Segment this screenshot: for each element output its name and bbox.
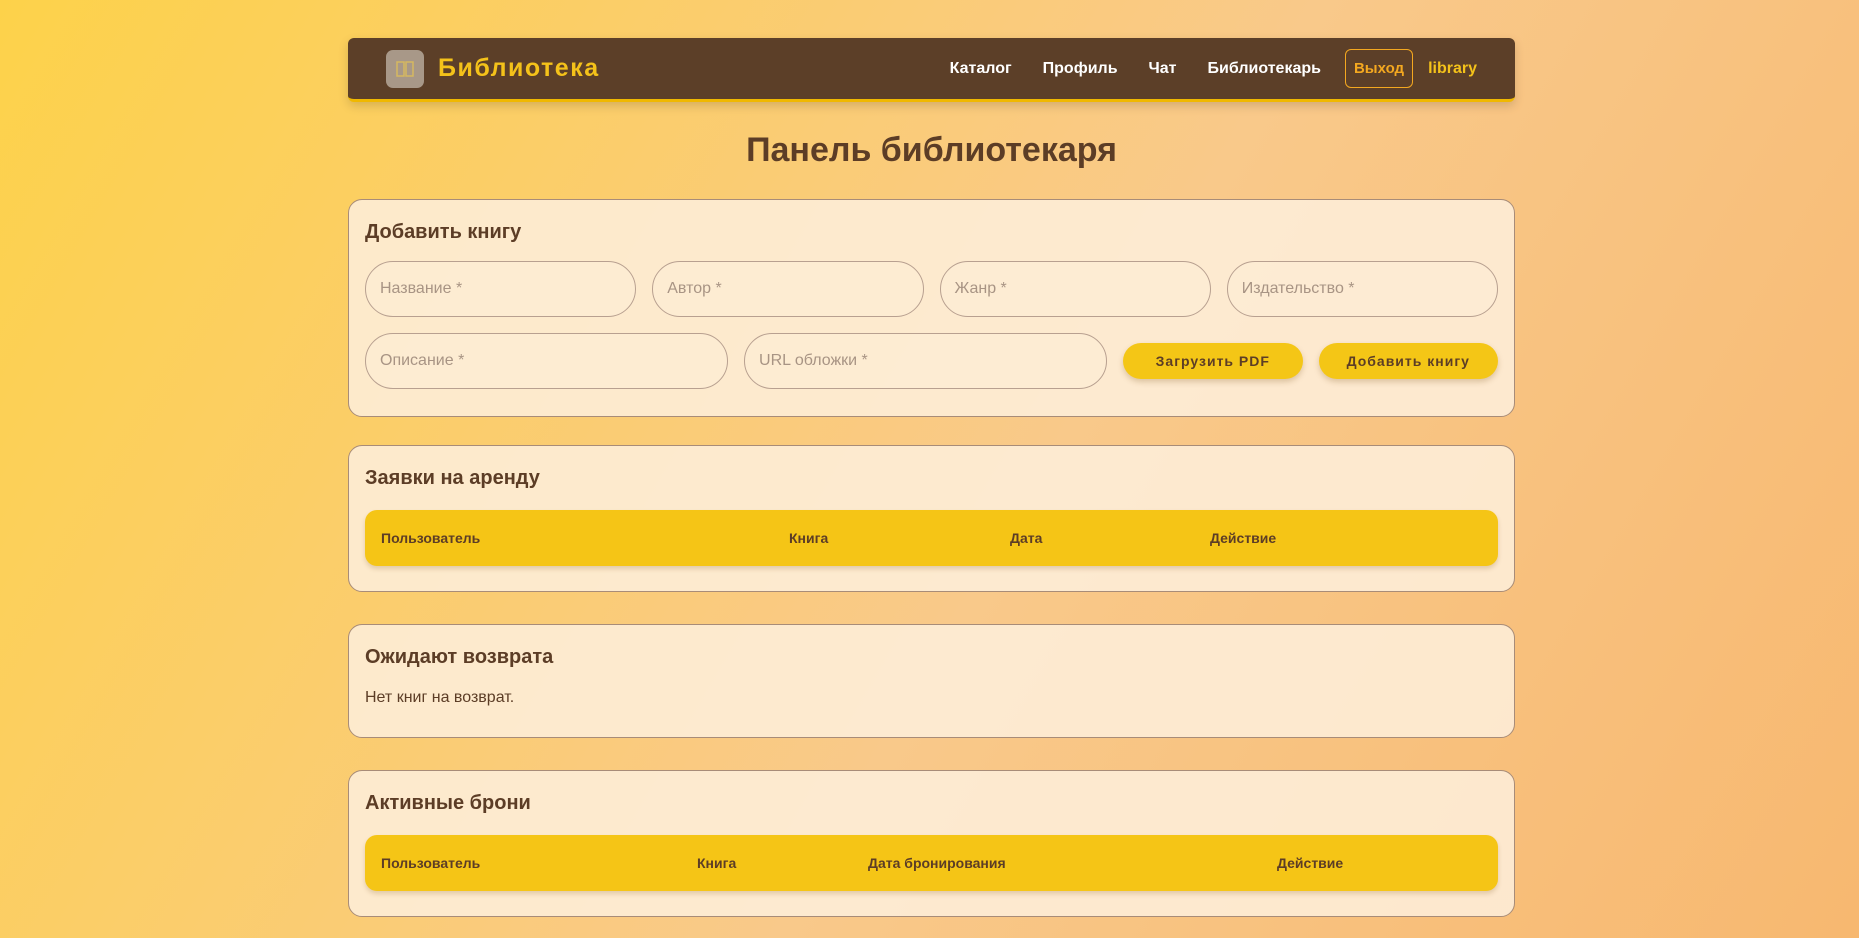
column-header-action: Действие: [1210, 530, 1277, 546]
awaiting-return-card: Ожидают возврата Нет книг на возврат.: [348, 624, 1515, 738]
nav-chat[interactable]: Чат: [1149, 60, 1177, 78]
username-label[interactable]: library: [1428, 60, 1477, 78]
column-header-book: Книга: [697, 855, 737, 871]
nav-profile[interactable]: Профиль: [1043, 60, 1118, 78]
nav-librarian[interactable]: Библиотекарь: [1208, 60, 1321, 78]
awaiting-return-title: Ожидают возврата: [365, 646, 554, 668]
book-icon-glyph: [396, 60, 414, 77]
column-header-action: Действие: [1277, 855, 1344, 871]
column-header-user: Пользователь: [381, 855, 481, 871]
add-book-button[interactable]: Добавить книгу: [1318, 343, 1498, 379]
column-header-date: Дата: [1010, 530, 1043, 546]
empty-message: Нет книг на возврат.: [365, 689, 515, 706]
add-book-title: Добавить книгу: [365, 221, 522, 243]
navbar: Библиотека Каталог Профиль Чат Библиотек…: [348, 38, 1515, 102]
nav-links: Каталог Профиль Чат Библиотекарь Выход l…: [950, 49, 1477, 88]
book-icon[interactable]: [386, 49, 424, 88]
logout-button[interactable]: Выход: [1344, 49, 1414, 88]
rent-requests-table-header: Пользователь Книга Дата Действие: [365, 510, 1498, 566]
description-input[interactable]: Описание *: [365, 333, 729, 389]
add-book-card: Добавить книгу Название * Автор * Жанр *…: [348, 199, 1515, 417]
brand-title[interactable]: Библиотека: [438, 54, 600, 83]
column-header-user: Пользователь: [381, 530, 481, 546]
page-container: Библиотека Каталог Профиль Чат Библиотек…: [348, 38, 1515, 917]
upload-pdf-button[interactable]: Загрузить PDF: [1123, 343, 1303, 379]
add-book-row-1: Название * Автор * Жанр * Издательство *: [365, 261, 1498, 317]
cover-url-input[interactable]: URL обложки *: [744, 333, 1108, 389]
active-reservations-title: Активные брони: [365, 792, 531, 814]
rent-requests-card: Заявки на аренду Пользователь Книга Дата…: [348, 445, 1515, 592]
page-title: Панель библиотекаря: [746, 131, 1117, 169]
publisher-input[interactable]: Издательство *: [1226, 261, 1498, 317]
nav-catalog[interactable]: Каталог: [950, 60, 1012, 78]
add-book-row-2: Описание * URL обложки * Загрузить PDF Д…: [365, 333, 1498, 389]
author-input[interactable]: Автор *: [652, 261, 924, 317]
rent-requests-title: Заявки на аренду: [365, 467, 540, 489]
column-header-book: Книга: [789, 530, 829, 546]
genre-input[interactable]: Жанр *: [939, 261, 1211, 317]
active-reservations-card: Активные брони Пользователь Книга Дата б…: [348, 770, 1515, 917]
active-reservations-table-header: Пользователь Книга Дата бронирования Дей…: [365, 835, 1498, 891]
name-input[interactable]: Название *: [365, 261, 637, 317]
column-header-reservation-date: Дата бронирования: [868, 855, 1006, 871]
